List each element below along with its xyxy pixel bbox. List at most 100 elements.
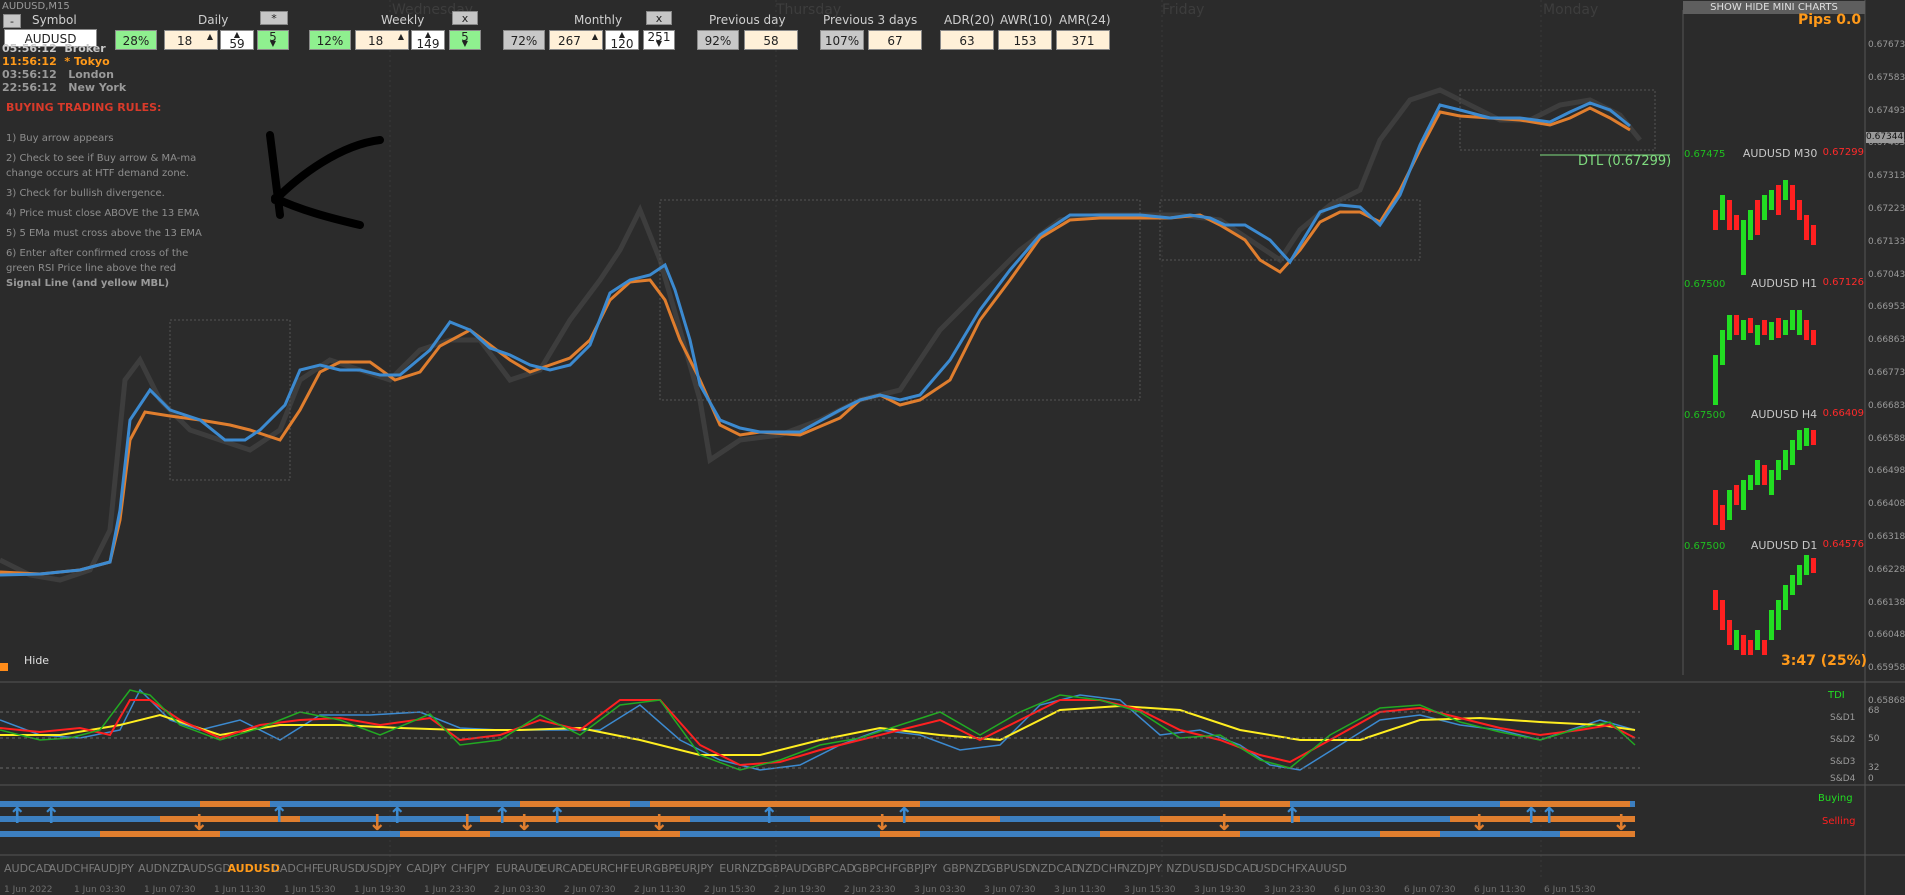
tdi-level-0: 0 xyxy=(1868,774,1874,784)
time-axis-label: 6 Jun 15:30 xyxy=(1544,885,1596,895)
hide-toggle-icon[interactable] xyxy=(0,663,8,671)
daily-up-icon-2[interactable]: ▲ xyxy=(232,31,242,39)
monthly-pct: 72% xyxy=(503,30,545,50)
tdi-level-68: 68 xyxy=(1868,706,1880,716)
session-broker-name: Broker xyxy=(64,42,106,55)
symbol-tab-audnzd[interactable]: AUDNZD xyxy=(138,862,186,875)
symbol-tab-gbpcad[interactable]: GBPCAD xyxy=(809,862,855,875)
daily-down-icon[interactable]: ▼ xyxy=(268,40,278,48)
selling-label: Selling xyxy=(1822,816,1856,827)
symbol-tab-usdjpy[interactable]: USDJPY xyxy=(362,862,402,875)
daily-up-icon[interactable]: ▲ xyxy=(205,33,215,41)
time-axis-label: 3 Jun 23:30 xyxy=(1264,885,1316,895)
svg-text:↑: ↑ xyxy=(548,804,566,829)
monthly-close-button[interactable]: x xyxy=(646,11,672,25)
time-axis-label: 2 Jun 23:30 xyxy=(844,885,896,895)
session-broker: 05:56:12 Broker xyxy=(2,42,106,55)
time-axis-label: 3 Jun 11:30 xyxy=(1054,885,1106,895)
price-axis-label: 0.67043 xyxy=(1868,269,1905,280)
mini-chart-d1[interactable]: 0.67500 AUDUSD D1 0.64576 xyxy=(1684,539,1864,552)
mini-m30-right: 0.67299 xyxy=(1822,147,1864,158)
symbol-tab-gbpjpy[interactable]: GBPJPY xyxy=(898,862,937,875)
symbol-tab-audchf[interactable]: AUDCHF xyxy=(49,862,95,875)
symbol-tab-cadchf[interactable]: CADCHF xyxy=(272,862,318,875)
price-axis-label: 0.66138 xyxy=(1868,597,1905,608)
svg-text:↑: ↑ xyxy=(270,803,288,828)
symbol-tab-gbpaud[interactable]: GBPAUD xyxy=(764,862,810,875)
mini-chart-h1[interactable]: 0.67500 AUDUSD H1 0.67126 xyxy=(1684,277,1864,290)
rule-line: 3) Check for bullish divergence. xyxy=(6,188,165,199)
tdi-level-sd1: S&D1 xyxy=(1830,713,1856,723)
rules-list: 1) Buy arrow appears 2) Check to see if … xyxy=(6,131,206,291)
collapse-button[interactable]: - xyxy=(3,14,21,28)
svg-text:↓: ↓ xyxy=(190,811,208,836)
mini-d1-left: 0.67500 xyxy=(1684,541,1726,552)
weekly-up-icon[interactable]: ▲ xyxy=(396,33,406,41)
symbol-tab-nzdcad[interactable]: NZDCAD xyxy=(1032,862,1080,875)
symbol-tab-xauusd[interactable]: XAUUSD xyxy=(1300,862,1347,875)
symbol-tab-gbpusd[interactable]: GBPUSD xyxy=(987,862,1033,875)
time-axis-label: 1 Jun 07:30 xyxy=(144,885,196,895)
symbol-tab-usdcad[interactable]: USDCAD xyxy=(1211,862,1258,875)
symbol-tab-nzdchf[interactable]: NZDCHF xyxy=(1077,862,1124,875)
svg-text:↑: ↑ xyxy=(8,804,26,829)
symbol-tab-nzdjpy[interactable]: NZDJPY xyxy=(1122,862,1163,875)
symbol-tab-chfjpy[interactable]: CHFJPY xyxy=(451,862,490,875)
symbol-tab-gbpnzd[interactable]: GBPNZD xyxy=(943,862,990,875)
weekly-up-icon-2[interactable]: ▲ xyxy=(423,31,433,39)
daily-close-button[interactable]: * xyxy=(260,11,288,25)
weekly-close-button[interactable]: x xyxy=(452,11,478,25)
price-axis-label: 0.66588 xyxy=(1868,433,1905,444)
symbol-tab-nzdusd[interactable]: NZDUSD xyxy=(1166,862,1214,875)
price-axis-label: 0.66228 xyxy=(1868,564,1905,575)
symbol-tab-cadjpy[interactable]: CADJPY xyxy=(406,862,446,875)
monthly-up-icon[interactable]: ▲ xyxy=(590,33,600,41)
time-axis-label: 3 Jun 19:30 xyxy=(1194,885,1246,895)
rules-title: BUYING TRADING RULES: xyxy=(6,101,162,114)
mini-chart-m30[interactable]: 0.67475 AUDUSD M30 0.67299 xyxy=(1684,147,1864,160)
prev-3-days-value: 67 xyxy=(868,30,922,50)
symbol-tab-audsgd[interactable]: AUDSGD xyxy=(183,862,231,875)
amr-label: AMR(24) xyxy=(1059,13,1111,27)
svg-text:↓: ↓ xyxy=(1612,811,1630,836)
weekly-value-2-text: 149 xyxy=(416,37,440,51)
mini-h1-right: 0.67126 xyxy=(1822,277,1864,288)
time-axis-label: 1 Jun 19:30 xyxy=(354,885,406,895)
time-axis-label: 2 Jun 03:30 xyxy=(494,885,546,895)
svg-text:↓: ↓ xyxy=(650,811,668,836)
prev-day-label: Previous day xyxy=(709,13,786,27)
monthly-up-icon-2[interactable]: ▲ xyxy=(617,31,627,39)
symbol-tab-eurgbp[interactable]: EURGBP xyxy=(630,862,675,875)
weekly-down-icon[interactable]: ▼ xyxy=(460,40,470,48)
time-axis-label: 3 Jun 07:30 xyxy=(984,885,1036,895)
symbol-tab-euraud[interactable]: EURAUD xyxy=(496,862,542,875)
bar-countdown: 3:47 (25%) xyxy=(1781,653,1868,669)
mini-h4-left: 0.67500 xyxy=(1684,410,1726,421)
symbol-tab-eurjpy[interactable]: EURJPY xyxy=(675,862,714,875)
price-chart[interactable]: ↑ ↑ ↓ ↑ ↓ ↑ ↓ ↑ ↓ ↑ ↓ ↑ ↓ ↑ ↓ ↑ ↓ ↑ ↑ ↓ xyxy=(0,0,1905,895)
hide-button[interactable]: Hide xyxy=(24,654,49,667)
price-axis-label: 0.67493 xyxy=(1868,105,1905,116)
symbol-tab-audcad[interactable]: AUDCAD xyxy=(4,862,52,875)
price-axis-label: 0.65958 xyxy=(1868,663,1905,674)
monthly-down-icon[interactable]: ▼ xyxy=(654,40,664,48)
symbol-tab-eurusd[interactable]: EURUSD xyxy=(317,862,363,875)
price-axis-label: 0.66498 xyxy=(1868,466,1905,477)
symbol-tab-eurnzd[interactable]: EURNZD xyxy=(719,862,766,875)
price-axis-label: 0.66048 xyxy=(1868,630,1905,641)
price-axis-label: 0.66773 xyxy=(1868,368,1905,378)
symbol-tab-eurchf[interactable]: EURCHF xyxy=(585,862,629,875)
symbol-tab-eurcad[interactable]: EURCAD xyxy=(540,862,586,875)
rule-line: Signal Line (and yellow MBL) xyxy=(6,278,170,289)
svg-text:↑: ↑ xyxy=(493,804,511,829)
mini-d1-right: 0.64576 xyxy=(1822,539,1864,550)
time-axis-label: 6 Jun 11:30 xyxy=(1474,885,1526,895)
current-price-marker: 0.67344 xyxy=(1866,132,1904,143)
pips-readout: Pips 0.0 xyxy=(1798,12,1862,28)
mini-d1-title: AUDUSD D1 xyxy=(1750,539,1818,552)
symbol-tab-usdchf[interactable]: USDCHF xyxy=(1256,862,1302,875)
symbol-tab-audjpy[interactable]: AUDJPY xyxy=(93,862,133,875)
mini-chart-h4[interactable]: 0.67500 AUDUSD H4 0.66409 xyxy=(1684,408,1864,421)
time-axis-label: 1 Jun 03:30 xyxy=(74,885,126,895)
symbol-tab-gbpchf[interactable]: GBPCHF xyxy=(853,862,898,875)
